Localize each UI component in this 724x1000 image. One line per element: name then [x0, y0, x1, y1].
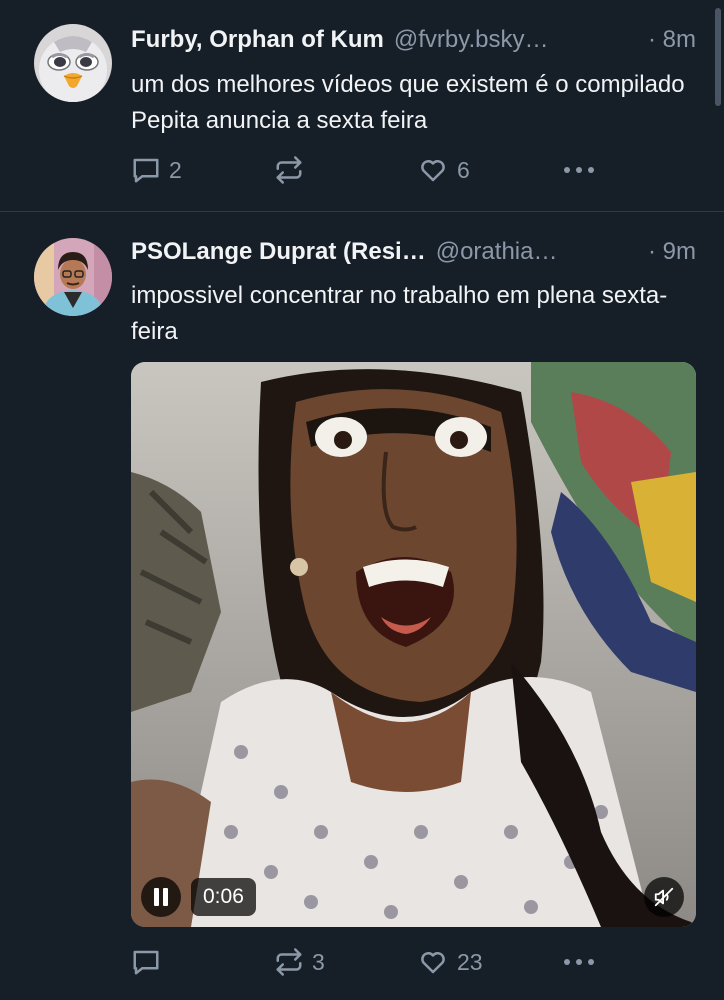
- post[interactable]: Furby, Orphan of Kum @fvrby.bsky… · 8m u…: [0, 0, 724, 212]
- post-text: impossivel concentrar no trabalho em ple…: [131, 282, 668, 345]
- speech-bubble-icon: [133, 950, 159, 975]
- pause-icon: [154, 888, 168, 906]
- video-controls: 0:06: [141, 877, 256, 917]
- furby-avatar-icon: [34, 24, 112, 102]
- post-timestamp[interactable]: · 9m: [638, 238, 696, 266]
- feed: Furby, Orphan of Kum @fvrby.bsky… · 8m u…: [0, 0, 724, 1000]
- video-timecode: 0:06: [191, 878, 256, 916]
- video-player[interactable]: 0:06: [131, 362, 696, 927]
- more-options-button[interactable]: [562, 150, 596, 190]
- video-frame: [131, 362, 696, 927]
- post-actions: 2 6: [0, 150, 724, 190]
- pause-button[interactable]: [141, 877, 181, 917]
- post-text: um dos melhores vídeos que existem é o c…: [131, 71, 685, 134]
- repost-arrows-icon: [276, 948, 302, 976]
- speech-bubble-icon: [133, 158, 159, 183]
- reply-button[interactable]: [131, 942, 169, 982]
- heart-icon: [421, 159, 445, 182]
- post-actions: 3 23: [0, 942, 724, 982]
- post[interactable]: PSOLange Duprat (Resi… @orathia… · 9m im…: [0, 212, 724, 1000]
- like-count: 23: [457, 948, 483, 975]
- post-header: PSOLange Duprat (Resi… @orathia… · 9m: [131, 234, 696, 270]
- scrollbar[interactable]: [715, 8, 721, 106]
- avatar[interactable]: [34, 238, 112, 316]
- reply-button[interactable]: 2: [131, 150, 182, 190]
- author-name[interactable]: Furby, Orphan of Kum: [131, 26, 384, 54]
- reply-count: 2: [169, 156, 182, 183]
- ellipsis-icon: [564, 167, 594, 173]
- repost-arrows-icon: [276, 156, 302, 184]
- heart-icon: [421, 951, 445, 974]
- mute-toggle-button[interactable]: [644, 877, 684, 917]
- avatar[interactable]: [34, 24, 112, 102]
- author-name[interactable]: PSOLange Duprat (Resi…: [131, 238, 426, 266]
- author-handle[interactable]: @orathia…: [436, 238, 558, 266]
- like-count: 6: [457, 156, 470, 183]
- repost-button[interactable]: 3: [274, 942, 325, 982]
- ellipsis-icon: [564, 959, 594, 965]
- post-timestamp[interactable]: · 8m: [638, 26, 696, 54]
- like-button[interactable]: 6: [417, 150, 470, 190]
- like-button[interactable]: 23: [417, 942, 483, 982]
- speaker-muted-icon: [654, 887, 674, 907]
- person-avatar-icon: [34, 238, 112, 316]
- author-handle[interactable]: @fvrby.bsky…: [394, 26, 549, 54]
- more-options-button[interactable]: [562, 942, 596, 982]
- repost-button[interactable]: [274, 150, 312, 190]
- repost-count: 3: [312, 948, 325, 975]
- post-header: Furby, Orphan of Kum @fvrby.bsky… · 8m: [131, 22, 696, 58]
